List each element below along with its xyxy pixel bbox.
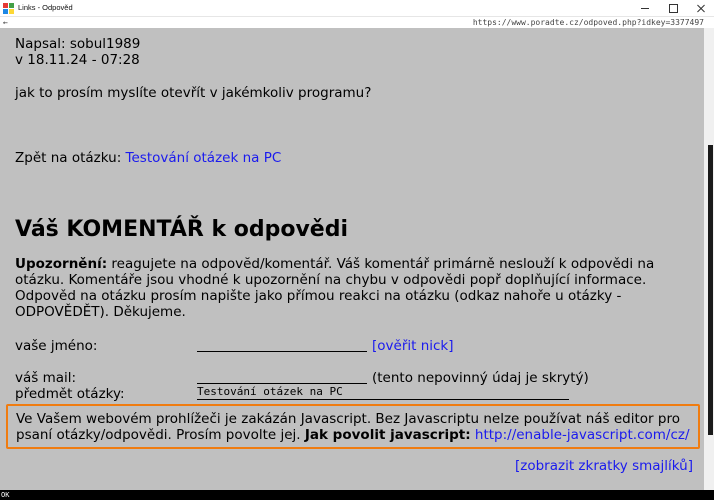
minimize-button[interactable] (631, 0, 659, 17)
question-link[interactable]: Testování otázek na PC (126, 150, 282, 166)
warning-line-2: otázku. Komentáře jsou vhodné k upozorně… (15, 272, 647, 288)
warning-label: Upozornění: (15, 256, 108, 272)
verify-nick-link[interactable]: [ověřit nick] (372, 338, 454, 354)
mail-input[interactable] (197, 369, 367, 384)
status-text: OK (1, 491, 10, 499)
bottom-status-bar: OK (0, 490, 714, 500)
javascript-disabled-notice: Ve Vašem webovém prohlížeči je zakázán J… (6, 404, 700, 449)
title-bar: Links - Odpověd (0, 0, 714, 17)
scrollbar-thumb[interactable] (708, 145, 713, 435)
close-button[interactable] (687, 0, 714, 17)
vertical-scrollbar[interactable] (704, 28, 714, 490)
subject-input[interactable]: Testování otázek na PC (197, 384, 569, 400)
back-to-question: Zpět na otázku: Testování otázek na PC (15, 150, 281, 166)
warning-line-3: Odpověd na otázku prosím napište jako př… (15, 288, 622, 304)
name-input[interactable] (197, 337, 367, 352)
warning-line-1: Upozornění: reagujete na odpovĕd/komentá… (15, 256, 655, 272)
back-arrow-icon[interactable]: ← (3, 17, 8, 28)
comment-heading: Váš KOMENTÁŘ k odpovědi (15, 217, 349, 242)
js-notice-line-1: Ve Vašem webovém prohlížeči je zakázán J… (16, 411, 680, 427)
page-content: Napsal: sobul1989 v 18.11.24 - 07:28 jak… (0, 28, 704, 490)
enable-javascript-link[interactable]: http://enable-javascript.com/cz/ (475, 427, 690, 443)
mail-label: váš mail: (15, 370, 77, 386)
js-notice-line-2: psaní otázky/odpovědi. Prosím povolte je… (16, 427, 690, 443)
post-author: Napsal: sobul1989 (15, 36, 141, 52)
links-app-icon (3, 3, 14, 14)
name-label: vaše jméno: (15, 338, 98, 354)
window-title: Links - Odpověd (18, 3, 73, 12)
post-text: jak to prosím myslíte otevřít v jakémkol… (15, 85, 372, 101)
current-url: https://www.poradte.cz/odpoved.php?idkey… (472, 18, 704, 27)
maximize-button[interactable] (659, 0, 687, 17)
warning-line-4: ODPOVĚDĚT). Děkujeme. (15, 304, 186, 320)
post-date: v 18.11.24 - 07:28 (15, 52, 140, 68)
show-smileys-link[interactable]: [zobrazit zkratky smajlíků] (515, 458, 693, 474)
url-status-bar: ← https://www.poradte.cz/odpoved.php?idk… (0, 17, 714, 28)
back-prefix: Zpět na otázku: (15, 150, 126, 166)
subject-label: předmět otázky: (15, 386, 125, 402)
js-enable-label: Jak povolit javascript: (304, 427, 471, 443)
